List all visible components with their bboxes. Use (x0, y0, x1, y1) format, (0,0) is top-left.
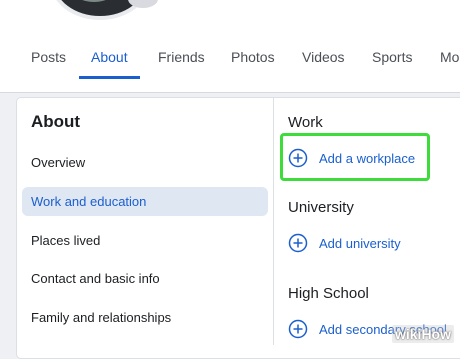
profile-header: Posts About Friends Photos Videos Sports… (0, 0, 460, 93)
add-university-button[interactable]: Add university (288, 232, 401, 254)
plus-circle-icon (288, 233, 308, 253)
plus-circle-icon (288, 319, 308, 339)
sidebar-item-work-and-education[interactable]: Work and education (31, 194, 146, 209)
tab-more[interactable]: Mo (440, 40, 459, 76)
section-title-work: Work (288, 114, 323, 131)
tab-friends[interactable]: Friends (158, 40, 205, 76)
tab-sports[interactable]: Sports (372, 40, 412, 76)
tab-photos[interactable]: Photos (231, 40, 275, 76)
sidebar-item-overview[interactable]: Overview (31, 155, 85, 170)
profile-tabs: Posts About Friends Photos Videos Sports… (0, 40, 460, 79)
highlight-box (280, 133, 430, 181)
sidebar-item-contact-info[interactable]: Contact and basic info (31, 271, 160, 286)
add-university-label: Add university (319, 235, 401, 251)
tab-videos[interactable]: Videos (302, 40, 345, 76)
section-title-university: University (288, 199, 354, 216)
sidebar-item-places-lived[interactable]: Places lived (31, 233, 100, 248)
tab-about[interactable]: About (79, 40, 140, 79)
panel-divider (273, 97, 274, 345)
sidebar-item-family[interactable]: Family and relationships (31, 310, 171, 325)
wikihow-watermark: wikiHow (391, 325, 454, 343)
tab-posts[interactable]: Posts (31, 40, 66, 76)
section-title-high-school: High School (288, 285, 369, 302)
about-title: About (31, 112, 81, 131)
